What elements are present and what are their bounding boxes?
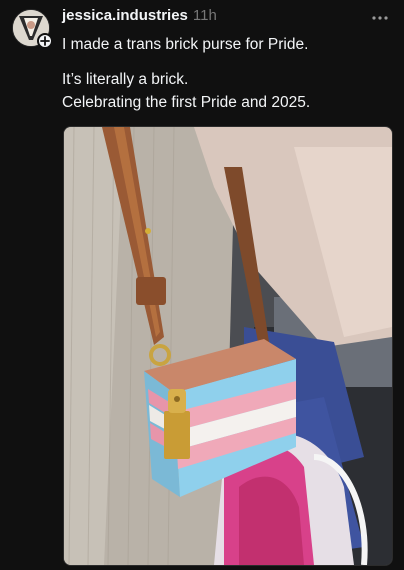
more-options-button[interactable]: [368, 8, 392, 28]
threads-post: jessica.industries 11h I made a trans br…: [0, 0, 404, 570]
author-avatar-button[interactable]: [12, 9, 53, 49]
caption-line: Celebrating the first Pride and 2025.: [62, 94, 311, 111]
ellipsis-icon: [372, 16, 388, 20]
trans-brick-purse-photo: [64, 127, 392, 565]
post-header: jessica.industries 11h: [62, 7, 217, 29]
follow-button[interactable]: [37, 33, 53, 49]
caption-line: I made a trans brick purse for Pride.: [62, 36, 309, 53]
caption-line: It’s literally a brick.: [62, 71, 189, 88]
post-timestamp: 11h: [192, 7, 217, 24]
author-username[interactable]: jessica.industries: [62, 7, 188, 24]
plus-icon: [40, 36, 50, 46]
post-photo[interactable]: [63, 126, 393, 566]
